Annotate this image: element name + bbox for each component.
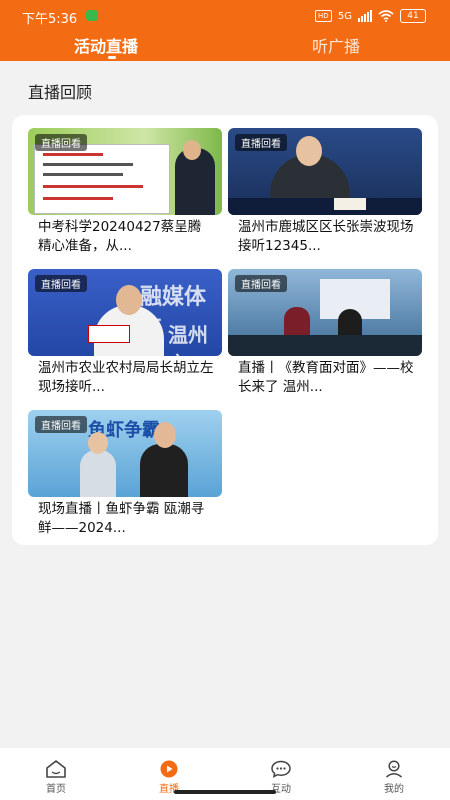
name-sign <box>88 325 130 343</box>
replay-item[interactable]: 融媒体直 温州市 直播回看 温州市农业农村局局长胡立左现场接听... <box>28 269 222 397</box>
hd-icon: HD <box>314 10 332 22</box>
nav-home-label: 首页 <box>46 784 66 795</box>
nav-mine-label: 我的 <box>384 784 404 795</box>
replay-item[interactable]: 鱼虾争霸 直播回看 现场直播丨鱼虾争霸 瓯潮寻鲜——2024... <box>28 410 222 538</box>
signal-icon <box>358 10 372 22</box>
replay-thumbnail: 融媒体直 温州市 直播回看 <box>28 269 222 356</box>
speaker-head <box>116 285 142 315</box>
nav-mine[interactable]: 我的 <box>364 760 424 795</box>
app-header: 下午5:36 HD 5G 41 活动直播 听广播 <box>0 0 450 61</box>
replay-thumbnail: 直播回看 <box>228 269 422 356</box>
home-indicator[interactable] <box>174 790 276 794</box>
replay-badge: 直播回看 <box>35 134 87 151</box>
home-icon <box>46 760 66 778</box>
nav-home[interactable]: 首页 <box>26 760 86 795</box>
replay-thumbnail: 直播回看 <box>28 128 222 215</box>
replay-title: 温州市鹿城区区长张崇波现场接听12345... <box>238 219 414 254</box>
studio-desk <box>228 335 422 356</box>
replay-badge: 直播回看 <box>35 275 87 292</box>
replay-title: 现场直播丨鱼虾争霸 瓯潮寻鲜——2024... <box>38 501 205 536</box>
host-figure <box>80 450 116 497</box>
tab-radio[interactable]: 听广播 <box>312 33 360 57</box>
status-right: HD 5G 41 <box>314 8 426 24</box>
wifi-icon <box>378 10 394 22</box>
replay-badge: 直播回看 <box>35 416 87 433</box>
guest-head <box>154 422 176 448</box>
replay-title: 中考科学20240427蔡呈腾 精心准备，从... <box>38 219 202 254</box>
replay-thumbnail: 直播回看 <box>228 128 422 215</box>
name-sign <box>334 198 366 210</box>
live-icon <box>160 760 178 778</box>
host-head <box>88 432 108 454</box>
replay-badge: 直播回看 <box>235 134 287 151</box>
replay-thumbnail: 鱼虾争霸 直播回看 <box>28 410 222 497</box>
top-tabs: 活动直播 听广播 <box>0 30 450 61</box>
presenter-head <box>183 140 201 160</box>
tab-live[interactable]: 活动直播 <box>74 33 138 57</box>
status-time: 下午5:36 <box>22 12 78 27</box>
battery-icon: 41 <box>400 9 426 23</box>
replay-item[interactable]: 直播回看 温州市鹿城区区长张崇波现场接听12345... <box>228 128 422 256</box>
guest-figure <box>140 444 188 497</box>
replay-grid: 直播回看 中考科学20240427蔡呈腾 精心准备，从... 直播回看 温州市鹿… <box>12 115 438 545</box>
replay-title: 温州市农业农村局局长胡立左现场接听... <box>38 360 214 395</box>
replay-badge: 直播回看 <box>235 275 287 292</box>
user-icon <box>386 760 402 778</box>
replay-item[interactable]: 直播回看 直播丨《教育面对面》——校长来了 温州... <box>228 269 422 397</box>
desk-shape <box>228 198 422 215</box>
replay-title: 直播丨《教育面对面》——校长来了 温州... <box>238 360 414 395</box>
thumbnail-text: 温州市 <box>168 323 208 356</box>
slide-document <box>34 144 170 214</box>
chat-icon <box>271 760 291 778</box>
network-label: 5G <box>337 10 352 22</box>
status-bar: 下午5:36 HD 5G 41 <box>0 0 450 30</box>
speaker-head <box>296 136 322 166</box>
tab-indicator <box>108 56 116 59</box>
section-title: 直播回顾 <box>28 83 93 102</box>
message-notification-icon <box>86 10 98 21</box>
replay-item[interactable]: 直播回看 中考科学20240427蔡呈腾 精心准备，从... <box>28 128 222 256</box>
